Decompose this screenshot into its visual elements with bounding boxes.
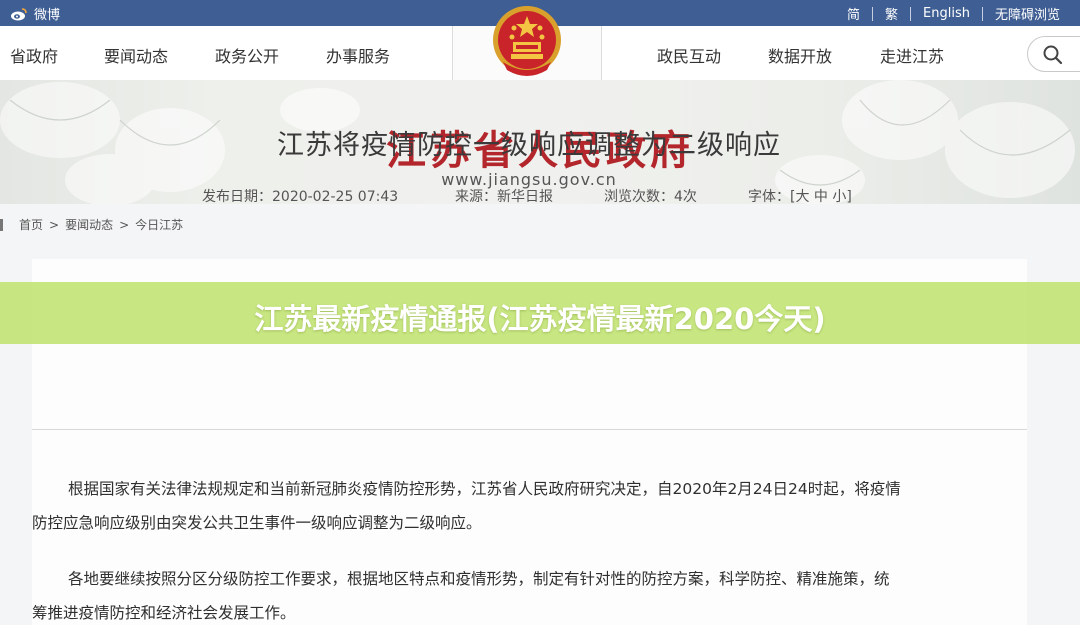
accessibility-link[interactable]: 无障碍浏览 [983, 4, 1072, 23]
search-box[interactable] [1027, 36, 1080, 72]
meta-divider [32, 429, 1027, 430]
nav-item-provincial-government[interactable]: 省政府 [10, 43, 58, 67]
headline-text: 江苏最新疫情通报(江苏疫情最新2020今天) [254, 302, 826, 336]
search-icon[interactable] [1042, 44, 1064, 70]
utility-links: 简 繁 English 无障碍浏览 [835, 4, 1072, 23]
breadcrumb: 首页 > 要闻动态 > 今日江苏 [0, 216, 183, 233]
paragraph-line: 筹推进疫情防控和经济社会发展工作。 [32, 604, 296, 622]
headline-overlay: 江苏最新疫情通报(江苏疫情最新2020今天) [0, 282, 1080, 344]
nav-item-news[interactable]: 要闻动态 [104, 43, 168, 67]
font-size-label: 字体：[ [748, 189, 796, 205]
font-size-large[interactable]: 大 [795, 189, 809, 205]
paragraph-line: 各地要继续按照分区分级防控工作要求，根据地区特点和疫情形势，制定有针对性的防控方… [68, 570, 890, 588]
simplified-chinese-link[interactable]: 简 [835, 4, 872, 23]
nav-item-interaction[interactable]: 政民互动 [657, 43, 721, 67]
font-size-small[interactable]: 小 [832, 189, 846, 205]
publish-date: 发布日期：2020-02-25 07:43 [202, 189, 399, 205]
national-emblem-icon[interactable] [489, 2, 565, 82]
breadcrumb-separator: > [119, 217, 130, 232]
nav-item-about-jiangsu[interactable]: 走进江苏 [880, 43, 944, 67]
font-size-medium[interactable]: 中 [814, 189, 828, 205]
nav-item-government-affairs[interactable]: 政务公开 [215, 43, 279, 67]
weibo-label: 微博 [34, 8, 61, 23]
nav-item-open-data[interactable]: 数据开放 [768, 43, 832, 67]
nav-item-services[interactable]: 办事服务 [326, 43, 390, 67]
font-size-control: 字体：[大 中 小] [748, 186, 852, 206]
breadcrumb-separator: > [49, 217, 60, 232]
view-count: 浏览次数：4次 [604, 189, 697, 205]
article-source: 来源：新华日报 [455, 189, 553, 205]
weibo-link[interactable]: 微博 [10, 4, 60, 23]
paragraph-line: 根据国家有关法律法规规定和当前新冠肺炎疫情防控形势，江苏省人民政府研究决定，自2… [68, 480, 901, 498]
breadcrumb-today-jiangsu[interactable]: 今日江苏 [135, 216, 183, 233]
article-paragraph: 根据国家有关法律法规规定和当前新冠肺炎疫情防控形势，江苏省人民政府研究决定，自2… [32, 472, 1040, 540]
breadcrumb-marker [0, 218, 3, 231]
english-link[interactable]: English [911, 6, 982, 21]
paragraph-line: 防控应急响应级别由突发公共卫生事件一级响应调整为二级响应。 [32, 514, 482, 532]
breadcrumb-news[interactable]: 要闻动态 [65, 216, 113, 233]
font-size-close: ] [846, 189, 852, 205]
traditional-chinese-link[interactable]: 繁 [873, 4, 910, 23]
weibo-icon [10, 7, 28, 21]
article-paragraph: 各地要继续按照分区分级防控工作要求，根据地区特点和疫情形势，制定有针对性的防控方… [32, 562, 1040, 625]
article-title: 江苏将疫情防控一级响应调整为二级响应 [277, 130, 781, 161]
breadcrumb-home[interactable]: 首页 [19, 216, 43, 233]
